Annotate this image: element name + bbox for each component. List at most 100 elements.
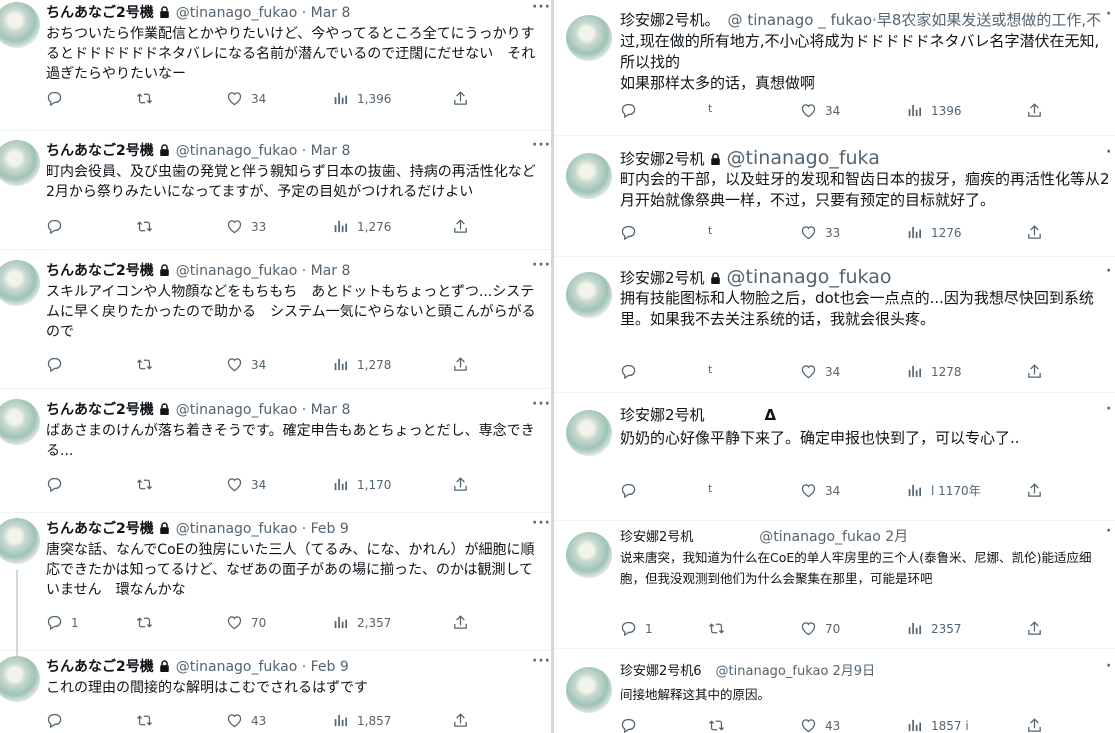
retweet-button[interactable]	[136, 476, 161, 493]
more-icon[interactable]: ·	[1106, 401, 1112, 417]
reply-button[interactable]: 1	[620, 620, 653, 637]
views-button[interactable]: 2,357	[332, 614, 391, 631]
share-button[interactable]	[452, 356, 477, 373]
tweet[interactable]: 珍安娜2号机 @tinanago_fukao · 拥有技能图标和人物脸之后，dot也会…	[554, 256, 1115, 393]
more-icon[interactable]: ···	[532, 137, 551, 153]
share-button[interactable]	[1026, 224, 1051, 241]
display-name[interactable]: ちんあなご2号機	[46, 143, 154, 159]
tweet[interactable]: ちんあなご2号機 @tinanago_fukao · Mar 8 ··· スキルアイコ…	[0, 249, 551, 389]
views-button[interactable]: 1,857	[332, 712, 391, 729]
handle-and-date[interactable]: @tinanago_fukao · Feb 9	[176, 659, 349, 675]
tweet[interactable]: 珍安娜2号机6 @tinanago_fukao 2月9日 · 间接地解释这其中的原因。…	[554, 648, 1115, 733]
reply-button[interactable]: 1	[46, 614, 79, 631]
retweet-button[interactable]: t	[708, 482, 718, 495]
handle-and-date[interactable]: @tinanago_fukao 2月	[759, 529, 908, 545]
handle-and-date[interactable]: @tinanago_fukao 2月9日	[716, 664, 876, 679]
more-icon[interactable]: ·	[1106, 658, 1112, 674]
display-name[interactable]: ちんあなご2号機	[46, 263, 154, 279]
share-button[interactable]	[452, 90, 477, 107]
display-name[interactable]: 珍安娜2号机。	[620, 11, 720, 29]
reply-button[interactable]	[46, 476, 71, 493]
views-button[interactable]: 1,278	[332, 356, 391, 373]
like-button[interactable]: 33	[226, 218, 266, 235]
tweet[interactable]: 珍安娜2号机。 @ tinanago _ fukao·早8农家如果发送或想做的工作…	[554, 0, 1115, 136]
views-button[interactable]: 2357	[906, 620, 962, 637]
avatar[interactable]	[0, 399, 40, 445]
like-button[interactable]: 34	[226, 90, 266, 107]
views-button[interactable]: 1278	[906, 363, 962, 380]
share-button[interactable]	[452, 614, 477, 631]
tweet[interactable]: ちんあなご2号機 @tinanago_fukao · Mar 8 ··· おちついたら…	[0, 0, 551, 131]
like-button[interactable]: 70	[226, 614, 266, 631]
handle-and-date[interactable]: @tinanago_fukao · Mar 8	[176, 402, 351, 418]
more-icon[interactable]: ·	[1106, 144, 1112, 160]
display-name[interactable]: ちんあなご2号機	[46, 659, 154, 675]
avatar[interactable]	[566, 15, 612, 61]
tweet[interactable]: 珍安娜2号机 Δ · 奶奶的心好像平静下来了。确定申报也快到了，可以专心了.. t 34 l…	[554, 392, 1115, 521]
tweet[interactable]: ちんあなご2号機 @tinanago_fukao · Mar 8 ··· ばあさまのけ…	[0, 388, 551, 513]
like-button[interactable]: 33	[800, 224, 840, 241]
tweet[interactable]: ちんあなご2号機 @tinanago_fukao · Mar 8 ··· 町内会役員、…	[0, 130, 551, 250]
share-button[interactable]	[452, 218, 477, 235]
like-button[interactable]: 34	[800, 482, 840, 499]
share-button[interactable]	[1026, 102, 1051, 119]
retweet-button[interactable]	[136, 218, 161, 235]
like-button[interactable]: 43	[226, 712, 266, 729]
more-icon[interactable]: ···	[532, 257, 551, 273]
views-button[interactable]: 1857 i	[906, 717, 969, 733]
reply-button[interactable]	[620, 102, 645, 119]
retweet-button[interactable]	[136, 356, 161, 373]
reply-button[interactable]	[620, 717, 645, 733]
like-button[interactable]: 34	[800, 102, 840, 119]
reply-button[interactable]	[620, 363, 645, 380]
share-button[interactable]	[1026, 620, 1051, 637]
avatar[interactable]	[566, 667, 612, 713]
reply-button[interactable]	[620, 482, 645, 499]
views-button[interactable]: l 1170年	[906, 482, 981, 499]
display-name[interactable]: 珍安娜2号机6	[620, 664, 702, 679]
retweet-button[interactable]: t	[708, 363, 718, 376]
reply-button[interactable]	[46, 218, 71, 235]
views-button[interactable]: 1276	[906, 224, 962, 241]
more-icon[interactable]: ···	[532, 653, 551, 669]
handle-and-date[interactable]: @tinanago_fukao	[727, 266, 892, 288]
tweet[interactable]: 珍安娜2号机 @tinanago_fuka · 町内会的干部，以及蛀牙的发现和智齿日本…	[554, 135, 1115, 257]
avatar[interactable]	[566, 532, 612, 578]
retweet-button[interactable]	[136, 614, 161, 631]
handle-and-date[interactable]: @tinanago_fuka	[727, 147, 880, 169]
retweet-button[interactable]	[136, 90, 161, 107]
more-icon[interactable]: ·	[1106, 263, 1112, 279]
tweet[interactable]: ちんあなご2号機 @tinanago_fukao · Feb 9 ··· これの理由の…	[0, 650, 551, 733]
more-icon[interactable]: ···	[532, 0, 551, 15]
avatar[interactable]	[0, 140, 40, 186]
display-name[interactable]: 珍安娜2号机	[620, 269, 705, 287]
display-name[interactable]: 珍安娜2号机	[620, 530, 693, 545]
avatar[interactable]	[0, 656, 40, 702]
display-name[interactable]: 珍安娜2号机	[620, 150, 705, 168]
reply-button[interactable]	[46, 90, 71, 107]
retweet-button[interactable]	[136, 712, 161, 729]
handle-and-date[interactable]: @tinanago_fukao · Feb 9	[176, 521, 349, 537]
retweet-button[interactable]	[708, 620, 733, 637]
retweet-button[interactable]: t	[708, 102, 718, 115]
share-button[interactable]	[452, 476, 477, 493]
retweet-button[interactable]	[708, 717, 733, 733]
reply-button[interactable]	[46, 356, 71, 373]
like-button[interactable]: 70	[800, 620, 840, 637]
avatar[interactable]	[566, 153, 612, 199]
views-button[interactable]: 1396	[906, 102, 962, 119]
views-button[interactable]: 1,396	[332, 90, 391, 107]
handle-and-date[interactable]: @tinanago_fukao · Mar 8	[176, 263, 351, 279]
reply-button[interactable]	[46, 712, 71, 729]
like-button[interactable]: 34	[226, 356, 266, 373]
like-button[interactable]: 34	[226, 476, 266, 493]
display-name[interactable]: ちんあなご2号機	[46, 5, 154, 21]
handle-and-date[interactable]: Δ	[765, 406, 777, 424]
tweet[interactable]: 珍安娜2号机 @tinanago_fukao 2月 · 说来唐突，我知道为什么在CoE…	[554, 520, 1115, 649]
display-name[interactable]: ちんあなご2号機	[46, 402, 154, 418]
display-name[interactable]: ちんあなご2号機	[46, 521, 154, 537]
avatar[interactable]	[566, 272, 612, 318]
like-button[interactable]: 43	[800, 717, 840, 733]
more-icon[interactable]: ···	[532, 396, 551, 412]
like-button[interactable]: 34	[800, 363, 840, 380]
